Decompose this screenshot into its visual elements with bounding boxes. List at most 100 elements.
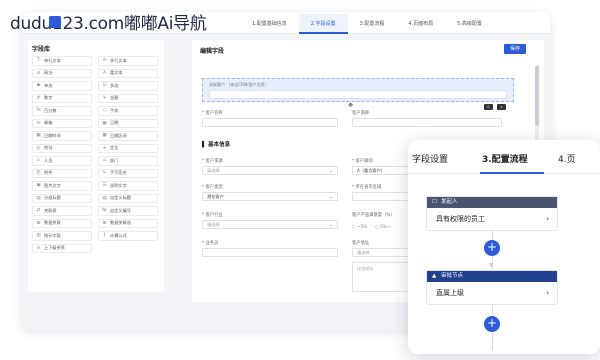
copy-icon[interactable]: ⎘ [484,104,493,110]
field-type-item[interactable]: ◎ 地址 [32,143,92,153]
field-type-label: 手机 [110,107,119,113]
card-tab-flow[interactable]: 3.配置流程 [482,152,528,165]
chevron-down-icon: ⌄ [329,168,333,173]
signature-icon: ✎ [102,170,107,176]
field-library: 字段库 T 单行文本 ≡ 多行文本 ⊘ 网址 A 富文本 ◉ 单选 ☑ 多选 # 数字 ¥ 金额% 百分数 ▯ 手机… [28,40,164,292]
field-type-item[interactable]: ▤ 分组标题 [32,193,92,203]
field-type-item[interactable]: ⎘ 附件 [32,168,92,178]
step-advanced[interactable]: 5.高级配置 [445,14,494,34]
industry-label: * 客户行业 [202,213,223,218]
field-type-item[interactable]: # 数字 [32,93,92,103]
add-node-button[interactable]: + [484,316,500,332]
add-node-button[interactable]: + [484,240,500,256]
save-button[interactable]: 保存 [504,44,526,54]
mail-icon: ✉ [36,120,41,126]
rich-text-icon: A [102,70,107,76]
delete-icon[interactable]: ✕ [497,104,506,110]
field-type-label: 邮箱 [44,120,53,126]
step-basic-info[interactable]: 1.配置基础信息 [240,14,299,34]
satisfaction-label: 客户产品满意度（%） [352,213,395,218]
field-type-item[interactable]: ¥ 金额 [98,93,158,103]
field-type-item[interactable]: ♙ 人员 [32,156,92,166]
address-placeholder: 请选择 [357,250,370,255]
level-label: * 客户级别 [352,159,373,164]
watermark-text: dudu123.com嘟嘟Ai导航 [10,14,207,34]
type-select[interactable]: 潜在客户 ⌄ [202,192,338,201]
field-type-item[interactable]: ⊞ 数据关联 [32,218,92,228]
scrollbar-thumb[interactable] [535,66,539,126]
attachment-icon: ⎘ [36,171,41,177]
data-link-icon: ⊞ [36,220,41,226]
field-type-item[interactable]: ▥ 统计字段 [32,231,92,241]
field-type-item[interactable]: ▣ 图片文字 [32,181,92,191]
field-type-item[interactable]: ✎ 手写签名 [98,168,158,178]
field-type-label: 自定义标题 [110,195,131,201]
person-icon: ♙ [36,158,41,164]
field-type-label: 网址 [44,70,53,76]
owner-input[interactable] [202,248,338,257]
card-tab-fields[interactable]: 字段设置 [412,152,448,165]
flow-node-approval-header: ▲ 审批节点 [427,271,557,282]
field-type-item[interactable]: A 富文本 [98,68,158,78]
flow-arrow-icon: ▼ [489,262,494,269]
radio-option-a[interactable]: ○ ~5% [352,224,367,229]
formula-icon: ƒ [103,233,106,239]
selected-field-input[interactable] [209,90,507,99]
chevron-right-icon: › [546,289,549,297]
field-type-item[interactable]: ▦ 日期时间 [32,131,92,141]
owner-label: * 业务员 [202,241,219,246]
field-type-item[interactable]: ⊞ 数据关联选 [98,218,158,228]
customer-short-input[interactable] [352,118,502,127]
flow-node-initiator[interactable]: ☐ 发起人 具有权限的员工 › [426,196,558,231]
section-title-text: 基本信息 [208,142,231,148]
step-navigation: 1.配置基础信息 2.字段设置 3.配置流程 4.页面布局 5.高级配置 [240,14,494,34]
field-type-item[interactable]: ◉ 单选 [32,81,92,91]
field-type-item[interactable]: ≡ 多行文本 [98,56,158,66]
flow-node-approval[interactable]: ▲ 审批节点 直属上级 › [426,270,558,305]
field-type-label: 统计字段 [44,232,61,238]
flow-node-initiator-body[interactable]: 具有权限的员工 › [427,208,557,230]
location-icon: ◎ [36,145,41,151]
field-type-item[interactable]: ✉ 邮箱 [32,118,92,128]
industry-select[interactable]: 请选择 ⌄ [202,220,338,229]
field-type-item[interactable]: ⋔ 上下级关系 [32,243,92,253]
field-type-label: 图片文字 [44,182,61,188]
step-page-layout[interactable]: 4.页面布局 [396,14,445,34]
field-type-item[interactable]: ⇄ 关联表 [32,206,92,216]
card-tab-page[interactable]: 4.页 [558,152,576,165]
customer-name-input[interactable] [202,118,338,127]
field-type-item[interactable]: ▯ 手机 [98,106,158,116]
drag-handle-icon[interactable]: ✥ [348,102,353,109]
field-type-label: 部门 [110,157,119,163]
field-type-item[interactable]: ☑ 多选 [98,81,158,91]
field-type-item[interactable]: № 自定义编号 [98,206,158,216]
field-type-item[interactable]: ▦ 日期 [98,118,158,128]
source-label: * 客户来源 [202,159,223,164]
field-type-item[interactable]: ⌖ 定位 [98,143,158,153]
field-type-item[interactable]: ƒ 计算公式 [98,231,158,241]
selected-field[interactable]: 关联客户 （来自CRM/客户信息） [202,78,514,102]
field-type-item[interactable]: T 单行文本 [32,56,92,66]
field-toolbar: ⎘ ✕ [484,104,506,110]
source-select[interactable]: 请选择 ⌄ [202,166,338,175]
field-type-item[interactable]: % 百分数 [32,106,92,116]
type-label: * 客户类型 [202,185,223,190]
field-type-item[interactable]: ☰ 说明文字 [98,181,158,191]
field-type-label: 人员 [44,157,53,163]
field-type-item[interactable]: ▤ 自定义标题 [98,193,158,203]
link-icon: ⊘ [36,70,41,76]
customer-name-label: * 客户名称 [202,111,223,116]
level-select[interactable]: A（重点客户） [352,166,416,175]
group-title-icon: ▤ [36,195,41,201]
number-icon: # [36,95,41,101]
step-field-settings[interactable]: 2.字段设置 [298,14,348,34]
satisfaction-radios: ○ ~5% ○ 5%~ [352,224,390,229]
radio-option-b[interactable]: ○ 5%~ [375,224,390,229]
chevron-down-icon: ⌄ [329,194,333,199]
flow-node-approval-body[interactable]: 直属上级 › [427,282,557,304]
field-type-item[interactable]: ⌂ 部门 [98,156,158,166]
step-flow-config[interactable]: 3.配置流程 [348,14,397,34]
field-type-item[interactable]: ▦ 日期区间 [98,131,158,141]
field-type-label: 说明文字 [110,182,127,188]
field-type-item[interactable]: ⊘ 网址 [32,68,92,78]
